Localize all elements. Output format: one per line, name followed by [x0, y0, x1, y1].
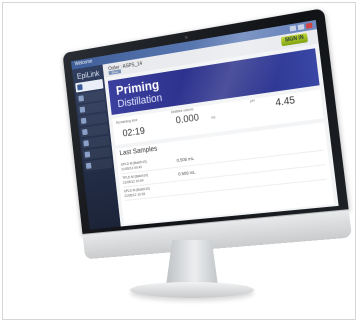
remaining-time-value: 02:19: [122, 125, 146, 140]
close-icon[interactable]: [305, 22, 313, 29]
order-show-button[interactable]: Show: [108, 69, 122, 76]
camera-icon: [184, 35, 188, 40]
dashboard-icon: [77, 84, 83, 91]
sample-id: SPLD M (Batch10) 21/05/12 09:42: [120, 159, 147, 171]
distilled-volume-value: 0.000: [175, 112, 200, 127]
flask-icon: [78, 95, 85, 102]
wrench-icon: [82, 128, 88, 136]
sample-id: SPLD M (Batch10) 21/05/12 10:33: [123, 186, 150, 198]
sample-id: TPLD M (Batch10) 21/05/12 10:04: [122, 173, 149, 185]
monitor: Welcome EpiLink Order: ASPS_14 Show SIG…: [62, 8, 353, 260]
sample-value: 0.505 mL: [176, 155, 195, 163]
sign-in-button[interactable]: SIGN IN: [280, 32, 309, 47]
remaining-time-label: Remaining time: [115, 118, 138, 125]
maximize-icon[interactable]: [297, 24, 305, 31]
report-icon: [80, 117, 87, 125]
ph-value: 4.45: [274, 95, 296, 109]
sidebar-item-logout[interactable]: [83, 158, 113, 172]
main-content: Order : ASPS_14 Show SIGN IN Priming Dis…: [102, 29, 339, 226]
list-icon: [79, 106, 86, 113]
last-samples-title: Last Samples: [119, 145, 158, 158]
distilled-volume-unit: mL: [211, 115, 217, 120]
minimize-icon[interactable]: [289, 25, 297, 32]
ph-label: pH: [250, 98, 255, 104]
sample-value: 0.509 mL: [177, 169, 196, 177]
user-icon: [84, 151, 91, 158]
monitor-stand-neck: [166, 240, 218, 286]
app-screen: Welcome EpiLink Order: ASPS_14 Show SIG…: [71, 19, 339, 230]
monitor-stand-base: [130, 282, 254, 298]
logout-icon: [85, 162, 92, 169]
gear-icon: [83, 140, 90, 147]
